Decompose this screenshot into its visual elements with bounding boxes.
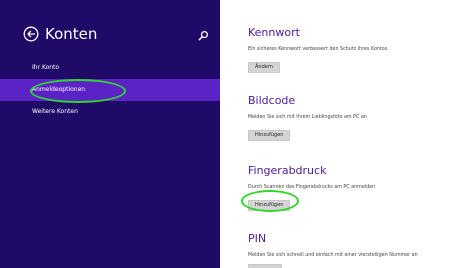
sidebar-header: Konten	[23, 24, 97, 44]
section-pin: PIN Melden Sie sich schnell und einfach …	[248, 232, 472, 268]
section-description: Melden Sie sich schnell und einfach mit …	[248, 253, 418, 258]
section-title: PIN	[248, 232, 267, 245]
section-title: Kennwort	[248, 26, 300, 39]
section-kennwort: Kennwort Ein sicheres Kennwort verbesser…	[248, 26, 472, 73]
main-content: Kennwort Ein sicheres Kennwort verbesser…	[220, 0, 472, 268]
back-arrow-icon[interactable]	[23, 26, 39, 42]
sidebar: Konten Ihr Konto Anmeldeoptionen Weitere…	[0, 0, 220, 268]
section-description: Melden Sie sich mit Ihrem Lieblingsfoto …	[248, 115, 367, 120]
sidebar-item-weitere-konten[interactable]: Weitere Konten	[0, 101, 220, 123]
section-description: Durch Scannen des Fingerabdrucks am PC a…	[248, 185, 376, 190]
add-pin-button[interactable]	[248, 264, 282, 268]
sidebar-title: Konten	[45, 25, 98, 43]
change-password-button[interactable]: Ändern	[248, 62, 280, 73]
search-icon[interactable]	[198, 30, 209, 41]
section-description: Ein sicheres Kennwort verbessert den Sch…	[248, 47, 389, 52]
sidebar-item-ihr-konto[interactable]: Ihr Konto	[0, 57, 220, 79]
section-title: Fingerabdruck	[248, 164, 327, 177]
section-fingerabdruck: Fingerabdruck Durch Scannen des Fingerab…	[248, 164, 472, 211]
sidebar-item-anmeldeoptionen[interactable]: Anmeldeoptionen	[0, 79, 220, 101]
add-fingerprint-button[interactable]: Hinzufügen	[248, 200, 291, 211]
add-picture-password-button[interactable]: Hinzufügen	[248, 130, 291, 141]
section-title: Bildcode	[248, 94, 296, 107]
section-bildcode: Bildcode Melden Sie sich mit Ihrem Liebl…	[248, 94, 472, 141]
